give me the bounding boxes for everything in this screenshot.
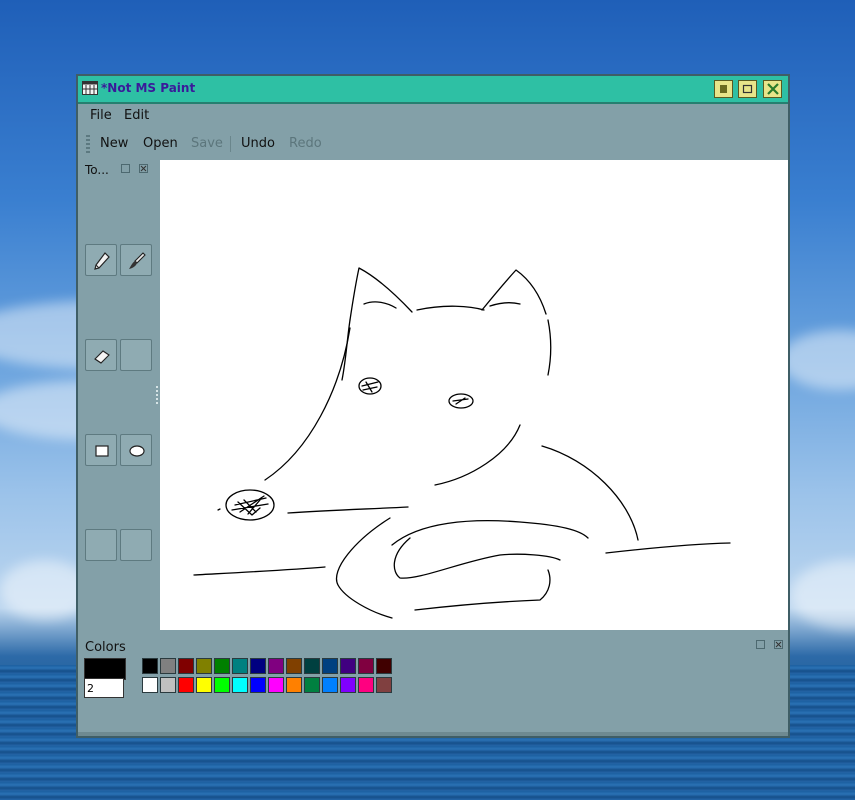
brush-size-field[interactable]: 2 (84, 678, 124, 698)
palette-swatch[interactable] (250, 658, 266, 674)
palette-swatch[interactable] (232, 677, 248, 693)
title-bar[interactable]: *Not MS Paint (78, 76, 788, 104)
palette-swatch[interactable] (340, 677, 356, 693)
save-button[interactable]: Save (191, 136, 223, 151)
colors-panel: Colors 2 (80, 632, 786, 732)
palette-swatch[interactable] (232, 658, 248, 674)
menu-bar: File Edit (78, 104, 788, 128)
status-bar (78, 732, 788, 736)
paint-window[interactable]: *Not MS Paint File Edit New Open Save Un… (76, 74, 790, 738)
palette-swatch[interactable] (178, 658, 194, 674)
toolbar: New Open Save Undo Redo (78, 130, 788, 158)
menu-file[interactable]: File (90, 108, 112, 123)
pencil-tool-button[interactable] (85, 244, 117, 276)
brush-tool-button[interactable] (120, 244, 152, 276)
colors-panel-title: Colors (85, 640, 126, 655)
toolbar-separator (230, 136, 231, 152)
palette-swatch[interactable] (196, 658, 212, 674)
tools-panel: To... (80, 158, 156, 630)
palette-swatch[interactable] (142, 658, 158, 674)
palette-swatch[interactable] (358, 677, 374, 693)
panel-splitter[interactable] (156, 386, 158, 406)
palette-swatch[interactable] (358, 658, 374, 674)
ellipse-icon (129, 445, 145, 457)
palette-swatch[interactable] (322, 677, 338, 693)
brush-icon (129, 252, 146, 269)
palette-swatch[interactable] (304, 658, 320, 674)
palette-swatch[interactable] (196, 677, 212, 693)
redo-button[interactable]: Redo (289, 136, 322, 151)
palette-swatch[interactable] (376, 677, 392, 693)
close-panel-icon[interactable] (139, 164, 148, 173)
palette-swatch[interactable] (340, 658, 356, 674)
palette-swatch[interactable] (160, 658, 176, 674)
palette-swatch[interactable] (304, 677, 320, 693)
palette-swatch[interactable] (250, 677, 266, 693)
float-colors-panel-icon[interactable] (756, 640, 765, 649)
app-icon (82, 81, 98, 95)
drawing-canvas[interactable] (160, 160, 788, 630)
sketch-drawing (193, 267, 731, 619)
close-button[interactable] (763, 80, 782, 98)
palette-swatch[interactable] (376, 658, 392, 674)
palette-swatch[interactable] (268, 677, 284, 693)
palette-swatch[interactable] (178, 677, 194, 693)
palette-swatch[interactable] (142, 677, 158, 693)
rectangle-icon (95, 445, 109, 457)
ellipse-tool-button[interactable] (120, 434, 152, 466)
palette-swatch[interactable] (322, 658, 338, 674)
palette-swatch[interactable] (214, 658, 230, 674)
toolbar-grip[interactable] (86, 135, 90, 153)
menu-edit[interactable]: Edit (124, 108, 149, 123)
palette-swatch[interactable] (286, 677, 302, 693)
empty-tool-slot[interactable] (85, 529, 117, 561)
palette-swatch[interactable] (286, 658, 302, 674)
empty-tool-slot[interactable] (120, 339, 152, 371)
new-button[interactable]: New (100, 136, 128, 151)
eraser-icon (94, 350, 110, 364)
palette-swatch[interactable] (214, 677, 230, 693)
primary-color-swatch[interactable] (84, 658, 126, 680)
color-palette (142, 658, 392, 696)
close-colors-panel-icon[interactable] (774, 640, 783, 649)
empty-tool-slot[interactable] (120, 529, 152, 561)
eraser-tool-button[interactable] (85, 339, 117, 371)
undo-button[interactable]: Undo (241, 136, 275, 151)
palette-swatch[interactable] (268, 658, 284, 674)
open-button[interactable]: Open (143, 136, 178, 151)
minimize-button[interactable] (714, 80, 733, 98)
pencil-icon (94, 252, 110, 270)
float-panel-icon[interactable] (121, 164, 130, 173)
close-icon (767, 83, 779, 95)
rectangle-tool-button[interactable] (85, 434, 117, 466)
window-title: *Not MS Paint (101, 81, 196, 95)
maximize-button[interactable] (738, 80, 757, 98)
minimize-icon (720, 85, 727, 93)
maximize-icon (742, 84, 753, 94)
tools-panel-title: To... (85, 163, 109, 177)
palette-swatch[interactable] (160, 677, 176, 693)
